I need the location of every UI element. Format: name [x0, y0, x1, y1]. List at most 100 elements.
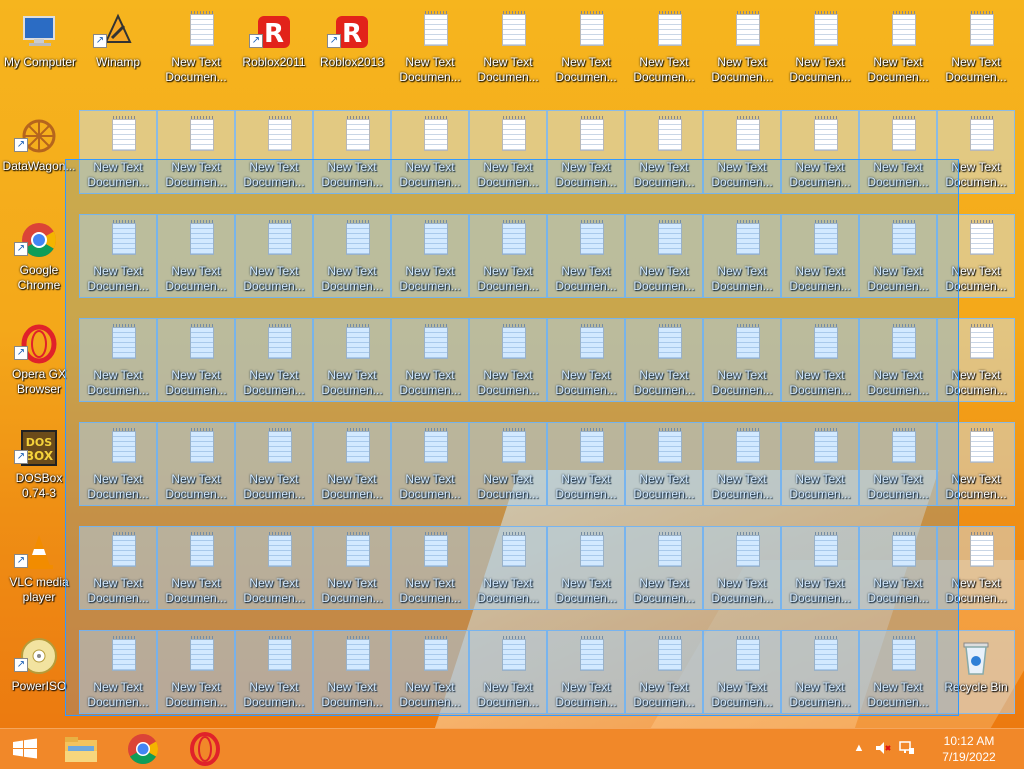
desktop-icon-text-doc[interactable]: New Text Documen... — [703, 526, 781, 610]
show-hidden-icons-button[interactable]: ▲ — [850, 739, 868, 757]
desktop-icon-text-doc[interactable]: New Text Documen... — [859, 630, 937, 714]
desktop-icon-text-doc[interactable]: New Text Documen... — [313, 110, 391, 194]
desktop-icon-text-doc[interactable]: New Text Documen... — [235, 110, 313, 194]
desktop-icon-text-doc[interactable]: New Text Documen... — [859, 422, 937, 506]
desktop-icon-text-doc[interactable]: New Text Documen... — [937, 110, 1015, 194]
desktop-icon-text-doc[interactable]: New Text Documen... — [859, 214, 937, 298]
desktop-icon-text-doc[interactable]: New Text Documen... — [313, 422, 391, 506]
desktop-icon-google-chrome[interactable]: ↗ Google Chrome — [0, 214, 78, 298]
desktop-icon-text-doc[interactable]: New Text Documen... — [79, 422, 157, 506]
desktop-icon-text-doc[interactable]: New Text Documen... — [937, 214, 1015, 298]
desktop-icon-text-doc[interactable]: New Text Documen... — [781, 526, 859, 610]
desktop-icon-text-doc[interactable]: New Text Documen... — [703, 422, 781, 506]
desktop-icon-opera-gx[interactable]: ↗ Opera GX Browser — [0, 318, 78, 402]
clock[interactable]: 10:12 AM 7/19/2022 — [934, 733, 1004, 765]
desktop-icon-text-doc[interactable]: New Text Documen... — [547, 6, 625, 90]
desktop-icon-text-doc[interactable]: New Text Documen... — [859, 526, 937, 610]
desktop-icon-my-computer[interactable]: My Computer — [1, 6, 79, 90]
desktop-icon-text-doc[interactable]: New Text Documen... — [703, 110, 781, 194]
desktop-icon-dosbox[interactable]: DOS BOX ↗ DOSBox 0.74-3 — [0, 422, 78, 506]
desktop-icon-text-doc[interactable]: New Text Documen... — [781, 110, 859, 194]
desktop-icon-text-doc[interactable]: New Text Documen... — [235, 422, 313, 506]
desktop-icon-text-doc[interactable]: New Text Documen... — [313, 526, 391, 610]
desktop-icon-text-doc[interactable]: New Text Documen... — [235, 318, 313, 402]
desktop-icon-text-doc[interactable]: New Text Documen... — [157, 110, 235, 194]
desktop-icon-text-doc[interactable]: New Text Documen... — [391, 110, 469, 194]
desktop-icon-roblox2011[interactable]: R ↗ Roblox2011 — [235, 6, 313, 90]
desktop-icon-text-doc[interactable]: New Text Documen... — [781, 630, 859, 714]
desktop-icon-text-doc[interactable]: New Text Documen... — [157, 630, 235, 714]
desktop-icon-text-doc[interactable]: New Text Documen... — [625, 318, 703, 402]
desktop-icon-text-doc[interactable]: New Text Documen... — [469, 110, 547, 194]
taskbar-file-explorer[interactable] — [56, 729, 106, 769]
desktop-icon-text-doc[interactable]: New Text Documen... — [859, 110, 937, 194]
desktop-icon-text-doc[interactable]: New Text Documen... — [469, 630, 547, 714]
desktop-icon-text-doc[interactable]: New Text Documen... — [625, 526, 703, 610]
desktop-icon-text-doc[interactable]: New Text Documen... — [157, 422, 235, 506]
desktop-icon-text-doc[interactable]: New Text Documen... — [313, 318, 391, 402]
desktop-icon-text-doc[interactable]: New Text Documen... — [937, 526, 1015, 610]
desktop-icon-text-doc[interactable]: New Text Documen... — [625, 110, 703, 194]
desktop-icon-text-doc[interactable]: New Text Documen... — [79, 630, 157, 714]
desktop-icon-text-doc[interactable]: New Text Documen... — [781, 214, 859, 298]
start-button[interactable] — [0, 729, 50, 769]
desktop-icon-text-doc[interactable]: New Text Documen... — [859, 318, 937, 402]
desktop-icon-text-doc[interactable]: New Text Documen... — [547, 318, 625, 402]
desktop-icon-text-doc[interactable]: New Text Documen... — [469, 526, 547, 610]
desktop[interactable]: My Computer ↗ Winamp New Text Documen... R ↗ R… — [0, 0, 1024, 728]
desktop-icon-text-doc[interactable]: New Text Documen... — [547, 630, 625, 714]
desktop-icon-text-doc[interactable]: New Text Documen... — [391, 630, 469, 714]
desktop-icon-text-doc[interactable]: New Text Documen... — [391, 214, 469, 298]
network-icon[interactable] — [898, 739, 916, 757]
desktop-icon-text-doc[interactable]: New Text Documen... — [157, 214, 235, 298]
desktop-icon-text-doc[interactable]: New Text Documen... — [469, 318, 547, 402]
desktop-icon-text-doc[interactable]: New Text Documen... — [547, 214, 625, 298]
desktop-icon-text-doc[interactable]: New Text Documen... — [781, 422, 859, 506]
desktop-icon-vlc[interactable]: ↗ VLC media player — [0, 526, 78, 610]
desktop-icon-text-doc[interactable]: New Text Documen... — [547, 110, 625, 194]
taskbar-opera[interactable] — [180, 729, 230, 769]
desktop-icon-text-doc[interactable]: New Text Documen... — [391, 422, 469, 506]
desktop-icon-text-doc[interactable]: New Text Documen... — [625, 630, 703, 714]
desktop-icon-text-doc[interactable]: New Text Documen... — [469, 6, 547, 90]
desktop-icon-text-doc[interactable]: New Text Documen... — [313, 214, 391, 298]
desktop-icon-text-doc[interactable]: New Text Documen... — [937, 318, 1015, 402]
desktop-icon-text-doc[interactable]: New Text Documen... — [937, 6, 1015, 90]
desktop-icon-text-doc[interactable]: New Text Documen... — [625, 422, 703, 506]
desktop-icon-poweriso[interactable]: ↗ PowerISO — [0, 630, 78, 714]
desktop-icon-text-doc[interactable]: New Text Documen... — [157, 526, 235, 610]
desktop-icon-text-doc[interactable]: New Text Documen... — [859, 6, 937, 90]
desktop-icon-roblox2013[interactable]: R ↗ Roblox2013 — [313, 6, 391, 90]
desktop-icon-text-doc[interactable]: New Text Documen... — [547, 422, 625, 506]
desktop-icon-text-doc[interactable]: New Text Documen... — [469, 214, 547, 298]
desktop-icon-text-doc[interactable]: New Text Documen... — [937, 422, 1015, 506]
desktop-icon-text-doc[interactable]: New Text Documen... — [79, 214, 157, 298]
desktop-icon-text-doc[interactable]: New Text Documen... — [391, 318, 469, 402]
desktop-icon-text-doc[interactable]: New Text Documen... — [703, 630, 781, 714]
desktop-icon-recycle-bin[interactable]: Recycle Bin — [937, 630, 1015, 714]
desktop-icon-text-doc[interactable]: New Text Documen... — [79, 526, 157, 610]
desktop-icon-text-doc[interactable]: New Text Documen... — [313, 630, 391, 714]
desktop-icon-text-doc[interactable]: New Text Documen... — [547, 526, 625, 610]
desktop-icon-text-doc[interactable]: New Text Documen... — [703, 6, 781, 90]
desktop-icon-text-doc[interactable]: New Text Documen... — [157, 318, 235, 402]
desktop-icon-text-doc[interactable]: New Text Documen... — [625, 214, 703, 298]
desktop-icon-text-doc[interactable]: New Text Documen... — [703, 214, 781, 298]
desktop-icon-text-doc[interactable]: New Text Documen... — [79, 110, 157, 194]
desktop-icon-text-doc[interactable]: New Text Documen... — [235, 214, 313, 298]
desktop-icon-text-doc[interactable]: New Text Documen... — [781, 6, 859, 90]
taskbar-chrome[interactable] — [118, 729, 168, 769]
desktop-icon-text-doc[interactable]: New Text Documen... — [235, 630, 313, 714]
desktop-icon-text-doc[interactable]: New Text Documen... — [157, 6, 235, 90]
desktop-icon-text-doc[interactable]: New Text Documen... — [469, 422, 547, 506]
desktop-icon-datawagon[interactable]: ↗ DataWagon... — [0, 110, 78, 194]
volume-muted-icon[interactable] — [874, 739, 892, 757]
desktop-icon-text-doc[interactable]: New Text Documen... — [235, 526, 313, 610]
desktop-icon-text-doc[interactable]: New Text Documen... — [625, 6, 703, 90]
desktop-icon-text-doc[interactable]: New Text Documen... — [781, 318, 859, 402]
desktop-icon-winamp[interactable]: ↗ Winamp — [79, 6, 157, 90]
desktop-icon-text-doc[interactable]: New Text Documen... — [79, 318, 157, 402]
desktop-icon-text-doc[interactable]: New Text Documen... — [391, 526, 469, 610]
desktop-icon-text-doc[interactable]: New Text Documen... — [391, 6, 469, 90]
desktop-icon-text-doc[interactable]: New Text Documen... — [703, 318, 781, 402]
